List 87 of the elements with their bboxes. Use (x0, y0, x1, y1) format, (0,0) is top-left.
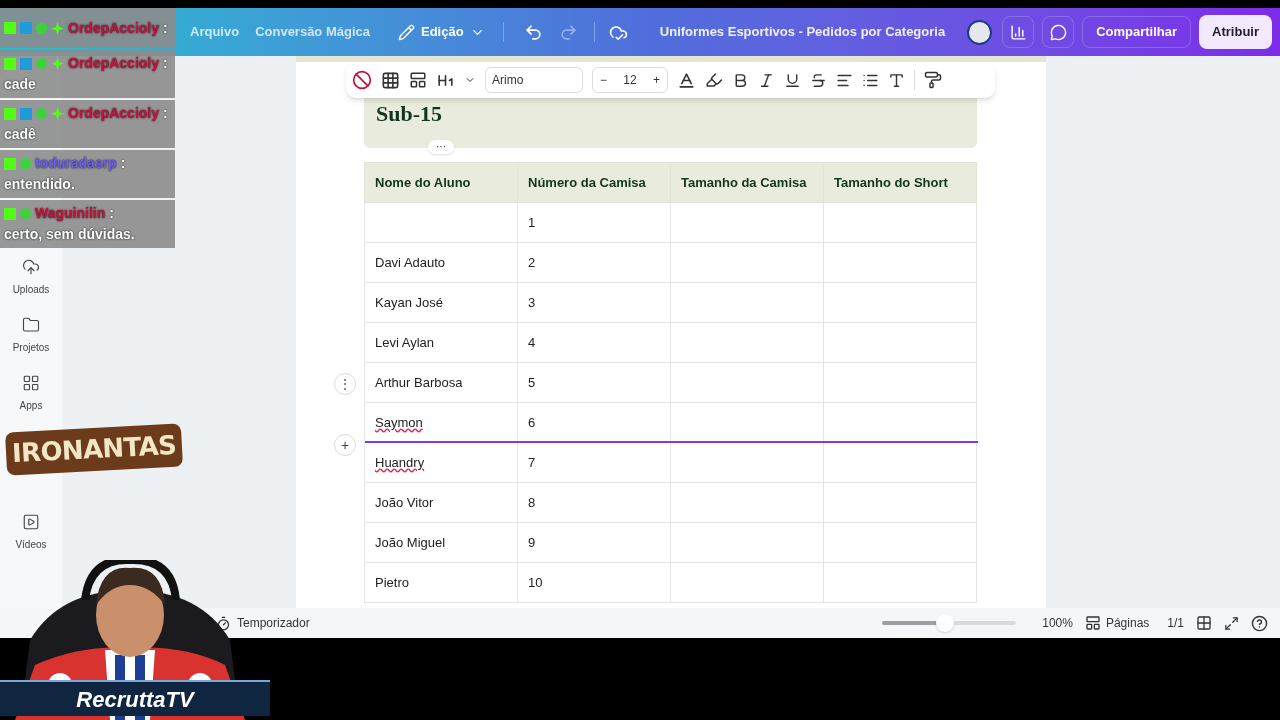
paint-roller-icon[interactable] (924, 71, 942, 89)
table-cell: 9 (517, 522, 671, 563)
chat-text: cadê (4, 125, 36, 144)
chat-text: cade (4, 75, 36, 94)
table-cell: Huandry (364, 442, 518, 483)
table-cell: 2 (517, 242, 671, 283)
underline-icon[interactable] (784, 71, 801, 89)
table-cell: Levi Aylan (364, 322, 518, 363)
table-cell: 8 (517, 482, 671, 523)
table-cell: João Vitor (364, 482, 518, 523)
grid-view-icon[interactable] (1196, 615, 1212, 631)
sparkle-badge-icon (51, 107, 64, 120)
column-header: Número da Camisa (517, 162, 671, 203)
chat-username: OrdepAccioly (68, 54, 160, 73)
highlighter-icon[interactable] (705, 71, 723, 89)
strikethrough-icon[interactable] (810, 71, 827, 89)
chat-separator: : (109, 204, 114, 223)
column-header: Nome do Aluno (364, 162, 518, 203)
video-icon (22, 513, 40, 531)
sidebar-item[interactable]: Projetos (12, 316, 50, 355)
table-cell: Davi Adauto (364, 242, 518, 283)
chat-username: OrdepAccioly (68, 18, 160, 38)
upload-icon (22, 258, 40, 276)
chat-separator: : (163, 18, 168, 38)
column-header: Tamanho do Short (823, 162, 977, 203)
text-color-icon[interactable] (677, 70, 696, 90)
slider-thumb[interactable] (936, 614, 955, 632)
italic-icon[interactable] (758, 71, 775, 89)
page-count: 1/1 (1167, 615, 1184, 632)
avatar-icon[interactable] (967, 19, 993, 45)
zoom-slider[interactable] (882, 614, 1017, 632)
chat-separator: : (163, 54, 168, 73)
chat-username: OrdepAccioly (68, 104, 160, 123)
chat-username: toduradasrp (35, 154, 117, 173)
banner-text: RecruttaTV (76, 685, 194, 714)
sidebar-item[interactable]: Apps (19, 374, 43, 413)
document-title[interactable]: Uniformes Esportivos - Pedidos por Categoria (659, 22, 946, 42)
edit-menu[interactable]: Edição (392, 22, 491, 42)
comment-icon (1049, 23, 1067, 41)
spacing-icon[interactable] (409, 71, 427, 89)
sidebar-item[interactable]: Uploads (12, 258, 50, 297)
no-color-icon[interactable] (352, 70, 372, 90)
table-cell: 10 (517, 562, 671, 603)
heading: Sub-15 (376, 100, 443, 128)
share-button[interactable]: Compartilhar (1082, 16, 1192, 48)
table-cell: 5 (517, 362, 671, 403)
fullscreen-icon[interactable] (1224, 615, 1239, 631)
table-cell: Kayan José (364, 282, 518, 323)
timer-label[interactable]: Temporizador (237, 614, 310, 632)
bar-chart-icon (1009, 23, 1027, 41)
insights-button[interactable] (1002, 16, 1035, 48)
folder-icon (22, 316, 40, 334)
more-button[interactable]: ··· (428, 140, 454, 154)
undo-icon[interactable] (523, 22, 543, 42)
column-header: Tamanho da Camisa (670, 162, 824, 203)
font-size-field[interactable]: − 12 + (592, 67, 668, 93)
table-cell: Arthur Barbosa (364, 362, 518, 403)
logo-text: IRONANTAS (11, 429, 177, 469)
sidebar-item[interactable]: Vídeos (15, 513, 47, 552)
pencil-icon (398, 23, 415, 41)
decrease-text[interactable]: − (600, 71, 607, 89)
pages-icon (1084, 615, 1101, 631)
table-icon[interactable] (381, 70, 400, 90)
zoom-value[interactable]: 100% (1042, 614, 1073, 632)
chat-separator: : (163, 104, 168, 123)
timer-icon (216, 615, 231, 631)
increase-text[interactable]: + (652, 71, 660, 89)
sparkle-badge-icon (51, 57, 64, 70)
comment-button[interactable] (1042, 16, 1075, 48)
font-size-value[interactable]: 12 (623, 71, 637, 89)
table-cell: 7 (517, 442, 671, 483)
table-cell: 3 (517, 282, 671, 323)
chat-text: entendido. (4, 175, 75, 194)
table-cell: 1 (517, 202, 671, 243)
table-cell: João Miguel (364, 522, 518, 563)
help-icon[interactable] (1251, 614, 1268, 632)
table-cell: 4 (517, 322, 671, 363)
pages-label[interactable]: Páginas (1105, 614, 1150, 632)
font-field[interactable]: Arimo (485, 67, 583, 93)
table-cell: Pietro (364, 562, 518, 603)
sparkle-badge-icon (51, 21, 64, 35)
assign-button[interactable]: Atribuir (1199, 15, 1272, 49)
chat-text: certo, sem dúvidas. (4, 225, 135, 244)
chat-username: Waguinilin (35, 204, 106, 223)
text-spacing-icon[interactable] (888, 71, 905, 89)
chat-separator: : (120, 154, 126, 173)
apps-icon (22, 374, 40, 392)
